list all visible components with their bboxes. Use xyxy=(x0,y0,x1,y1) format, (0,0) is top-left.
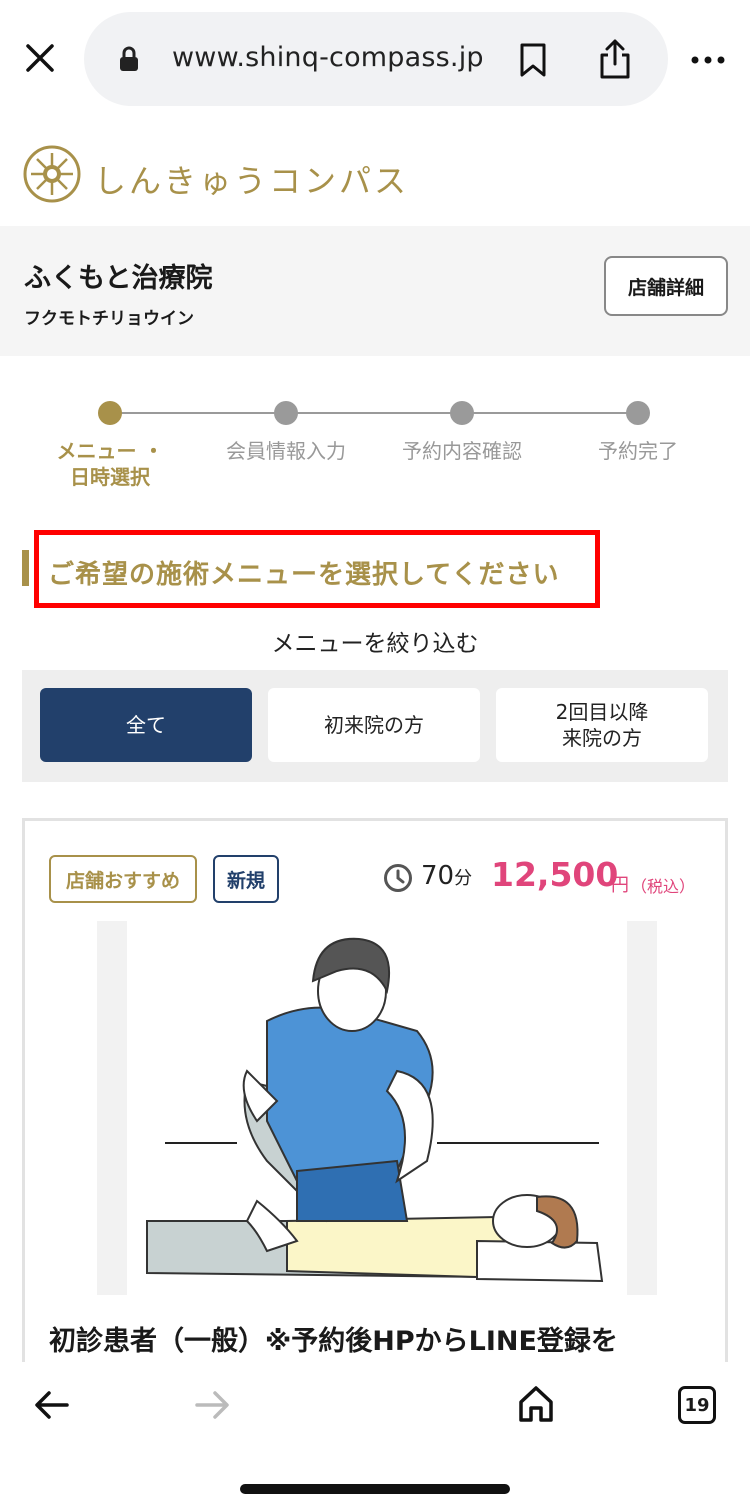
shop-detail-button[interactable]: 店舗詳細 xyxy=(604,256,728,316)
browser-bottom-bar: 19 xyxy=(0,1362,750,1510)
treatment-illustration xyxy=(97,921,657,1295)
clock-icon xyxy=(383,863,413,897)
close-icon[interactable] xyxy=(22,40,58,76)
step-line xyxy=(110,412,640,414)
filter-bar: 全て 初来院の方 2回目以降 来院の方 xyxy=(22,670,728,782)
step-label-complete: 予約完了 xyxy=(598,439,678,463)
price: 12,500 xyxy=(491,855,619,894)
filter-title: メニューを絞り込む xyxy=(271,631,479,657)
menu-card[interactable]: 店舗おすすめ 新規 70分 12,500 円 （税込） 初診患者（一般）※予約後… xyxy=(22,818,728,1378)
compass-logo-icon xyxy=(22,144,82,208)
shop-name: ふくもと治療院 xyxy=(24,263,213,294)
reservation-steps: メニュー ・ 日時選択 会員情報入力 予約内容確認 予約完了 xyxy=(0,390,750,500)
step-label-menu-datetime: メニュー ・ 日時選択 xyxy=(56,439,164,489)
more-icon[interactable] xyxy=(690,50,726,69)
bookmark-icon[interactable] xyxy=(518,42,548,82)
price-tax: （税込） xyxy=(631,877,696,896)
home-indicator xyxy=(240,1484,510,1494)
url-text[interactable]: www.shinq-compass.jp xyxy=(172,42,484,73)
step-dot-1 xyxy=(98,401,122,425)
home-icon[interactable] xyxy=(516,1384,556,1428)
browser-top-bar: www.shinq-compass.jp xyxy=(0,0,750,118)
shop-kana: フクモトチリョウイン xyxy=(24,309,194,329)
filter-all-button[interactable]: 全て xyxy=(40,688,252,762)
lock-icon xyxy=(118,46,140,76)
price-unit: 円 xyxy=(611,875,629,896)
step-dot-3 xyxy=(450,401,474,425)
menu-title[interactable]: 初診患者（一般）※予約後HPからLINE登録を xyxy=(49,1319,618,1358)
new-tag: 新規 xyxy=(213,855,279,903)
back-arrow-icon[interactable] xyxy=(34,1390,70,1424)
share-icon[interactable] xyxy=(596,38,634,84)
duration-unit: 分 xyxy=(454,868,473,889)
heading-accent-bar xyxy=(22,550,29,586)
filter-first-visit-button[interactable]: 初来院の方 xyxy=(268,688,480,762)
tabs-count-button[interactable]: 19 xyxy=(678,1386,716,1424)
step-dot-2 xyxy=(274,401,298,425)
shop-header: ふくもと治療院 フクモトチリョウイン 店舗詳細 xyxy=(0,226,750,356)
duration-value: 70 xyxy=(421,861,455,891)
step-label-confirm: 予約内容確認 xyxy=(402,439,522,463)
step-dot-4 xyxy=(626,401,650,425)
highlight-box xyxy=(34,530,600,608)
filter-repeat-visit-button[interactable]: 2回目以降 来院の方 xyxy=(496,688,708,762)
forward-arrow-icon[interactable] xyxy=(194,1390,230,1424)
recommended-tag: 店舗おすすめ xyxy=(49,855,197,903)
step-label-member-info: 会員情報入力 xyxy=(226,439,346,463)
logo-text: しんきゅうコンパス xyxy=(94,162,410,200)
duration: 70分 xyxy=(421,861,472,891)
site-logo[interactable]: しんきゅうコンパス xyxy=(0,118,750,226)
